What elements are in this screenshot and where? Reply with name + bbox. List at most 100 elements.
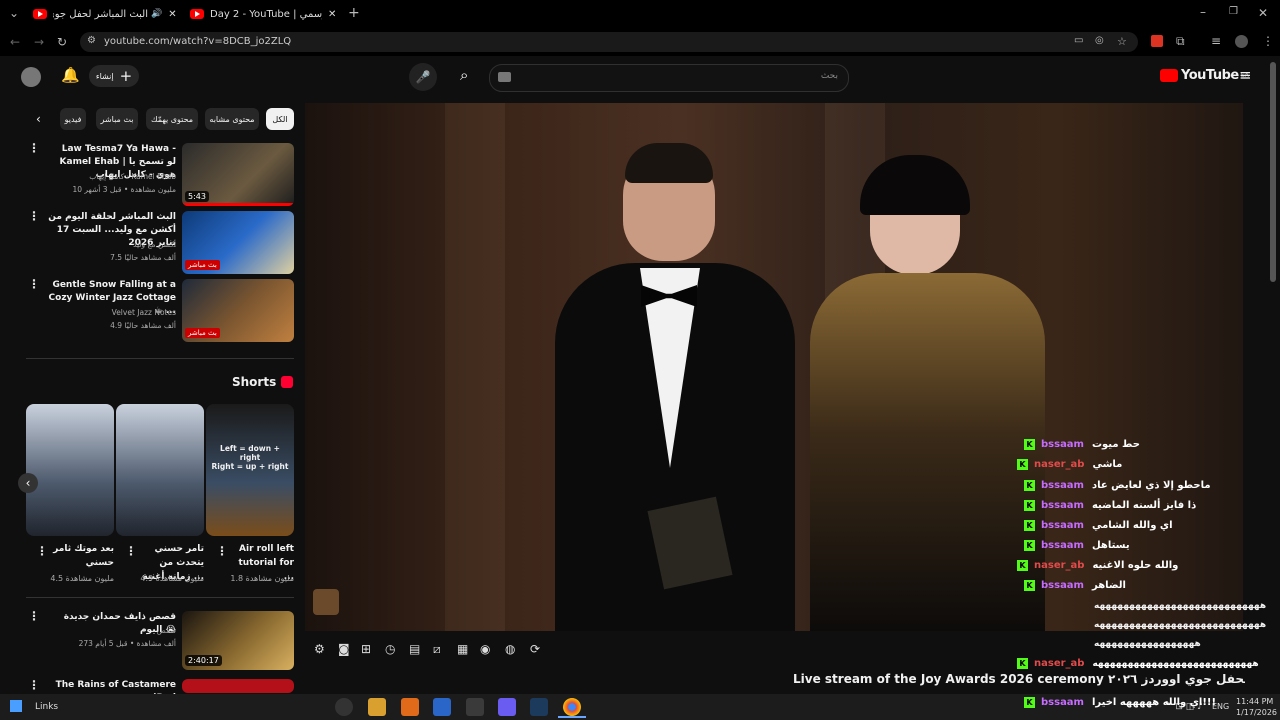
new-tab-icon[interactable]: + (348, 5, 360, 21)
miniplayer-icon[interactable]: ▤ (409, 642, 420, 656)
notifications-bell-icon[interactable]: 🔔 (61, 66, 80, 84)
back-icon[interactable]: ← (10, 35, 20, 49)
extensions-puzzle-icon[interactable]: ⧉ (1176, 34, 1185, 49)
voice-search-button[interactable]: 🎤 (409, 63, 437, 91)
audio-waves-icon[interactable]: ◍ (505, 642, 515, 656)
hamburger-menu-icon[interactable]: ≡ (1239, 66, 1252, 84)
close-tab-icon[interactable]: ✕ (168, 9, 176, 20)
kick-icon: K (1024, 540, 1035, 551)
keyboard-icon[interactable] (498, 72, 511, 82)
chat-message: Kbssaam الضاهر (1024, 580, 1126, 591)
shorts-scroll-left-button[interactable]: ‹ (18, 473, 38, 493)
page-scrollbar[interactable] (1270, 62, 1276, 282)
kick-icon: K (1017, 560, 1028, 571)
cinema-eye-icon[interactable]: ◉ (480, 642, 490, 656)
chat-message: Knaser_ab هههههههههههههههههههههههههههه (1017, 658, 1259, 669)
chips-scroll-left-icon[interactable]: ‹ (36, 112, 41, 126)
short-thumbnail[interactable] (26, 404, 114, 536)
kick-icon: K (1024, 697, 1035, 708)
task-view-icon[interactable] (335, 698, 353, 716)
kick-icon: K (1024, 480, 1035, 491)
close-tab-icon[interactable]: ✕ (328, 9, 336, 20)
speed-icon[interactable]: ◷ (385, 642, 395, 656)
settings-gear-icon[interactable]: ⚙ (314, 642, 325, 656)
tab-joy-awards[interactable]: البث المباشر لحفل جوي اوورد... 🔊 ✕ (33, 3, 183, 25)
video-thumbnail[interactable]: 2:40:17 (182, 611, 294, 670)
more-options-icon[interactable]: ⋮ (28, 142, 40, 154)
site-info-icon[interactable]: ⚙ (87, 35, 96, 46)
chip-related[interactable]: محتوى مشابه (205, 108, 259, 130)
video-channel[interactable]: كامل إيهاب · Kamel Ehab (44, 172, 176, 181)
windows-start-icon[interactable] (10, 700, 22, 712)
restore-icon[interactable]: ❐ (1229, 6, 1238, 17)
extension-icon[interactable] (1151, 35, 1163, 47)
search-input[interactable]: بحث (489, 64, 849, 92)
speaker-icon[interactable]: 🔊 (151, 9, 162, 19)
address-bar[interactable]: ⚙ youtube.com/watch?v=8DCB_jo2ZLQ ▭ ◎ ☆ (80, 32, 1138, 52)
channel-watermark[interactable] (313, 589, 339, 615)
video-meta: 273 ألف مشاهدة • قبل 5 أيام (78, 639, 176, 648)
app-icon[interactable] (498, 698, 516, 716)
browser-menu-icon[interactable]: ⋮ (1262, 34, 1274, 48)
video-player[interactable] (305, 103, 1243, 631)
video-channel[interactable]: أكشن مع وليد (44, 240, 176, 249)
more-options-icon[interactable]: ⋮ (28, 610, 40, 622)
chip-for-you[interactable]: محتوى يهمّك (146, 108, 198, 130)
video-meta: 7.5 ألف مشاهد حاليًا (110, 253, 176, 262)
forward-icon[interactable]: → (34, 35, 44, 49)
short-title[interactable]: بعد موتك ثامر حسني (44, 542, 114, 570)
links-toolbar[interactable]: Links (35, 702, 58, 712)
active-app-indicator (558, 716, 586, 718)
short-thumbnail[interactable]: Left = down + right Right = up + right (206, 404, 294, 536)
reload-icon[interactable]: ↻ (57, 35, 67, 49)
chat-message: Kbssaam اي والله الشامي (1024, 520, 1173, 531)
steam-icon[interactable] (530, 698, 548, 716)
chat-message: هههههههههههههههههه (1094, 639, 1201, 649)
close-window-icon[interactable]: ✕ (1258, 6, 1268, 20)
eye-off-icon[interactable]: ◎ (1095, 35, 1104, 46)
account-avatar[interactable] (21, 67, 41, 87)
more-options-icon[interactable]: ⋮ (28, 210, 40, 222)
chip-live[interactable]: بث مباشر (96, 108, 138, 130)
youtube-logo[interactable]: YouTube SA (1160, 68, 1249, 83)
create-button[interactable]: إنشاء + (89, 65, 139, 87)
media-controls-icon[interactable]: ≡ (1211, 34, 1221, 48)
kick-icon: K (1017, 658, 1028, 669)
store-icon[interactable] (433, 698, 451, 716)
short-thumbnail[interactable] (116, 404, 204, 536)
video-thumbnail[interactable]: بث مباشر (182, 279, 294, 342)
clock-time[interactable]: 11:44 PM (1236, 697, 1273, 706)
kick-icon: K (1017, 459, 1028, 470)
filmstrip-icon[interactable]: ▦ (457, 642, 468, 656)
bookmark-star-icon[interactable]: ☆ (1117, 35, 1127, 48)
clock-date[interactable]: 1/17/2026 (1236, 708, 1277, 717)
shorts-logo-icon (281, 376, 293, 388)
video-channel[interactable]: Velvet Jazz Notes (44, 308, 176, 317)
chrome-icon[interactable] (563, 698, 581, 716)
presenter-gown (810, 273, 1045, 631)
video-thumbnail[interactable]: 5:43 (182, 143, 294, 206)
video-channel[interactable]: قصص (44, 626, 176, 635)
more-options-icon[interactable]: ⋮ (28, 679, 40, 691)
cast-icon[interactable]: ▭ (1074, 35, 1083, 46)
tab-day2[interactable]: Day 2 - YouTube | البث الرسمي ✕ (190, 3, 350, 25)
chat-message: Kbssaam يستاهل (1024, 540, 1130, 551)
theater-mode-icon[interactable]: ⧄ (433, 642, 441, 657)
screenshot-camera-icon[interactable]: ◙ (338, 642, 350, 656)
app-icon[interactable] (401, 698, 419, 716)
video-thumbnail[interactable]: بث مباشر (182, 211, 294, 274)
chip-all[interactable]: الكل (266, 108, 294, 130)
clip-icon[interactable]: ⊞ (361, 642, 371, 656)
video-thumbnail[interactable] (182, 679, 294, 693)
more-options-icon[interactable]: ⋮ (28, 278, 40, 290)
search-icon[interactable]: ⌕ (460, 66, 468, 84)
profile-avatar-icon[interactable] (1235, 35, 1248, 48)
tab-list-chevron-icon[interactable]: ⌄ (9, 6, 19, 20)
file-explorer-icon[interactable] (368, 698, 386, 716)
chip-video[interactable]: فيديو (60, 108, 86, 130)
minimize-icon[interactable]: – (1200, 5, 1206, 19)
app-icon[interactable] (466, 698, 484, 716)
chat-message: Knaser_ab والله حلوه الاغنيه (1017, 560, 1178, 571)
loop-icon[interactable]: ⟳ (530, 642, 540, 656)
kick-icon: K (1024, 520, 1035, 531)
